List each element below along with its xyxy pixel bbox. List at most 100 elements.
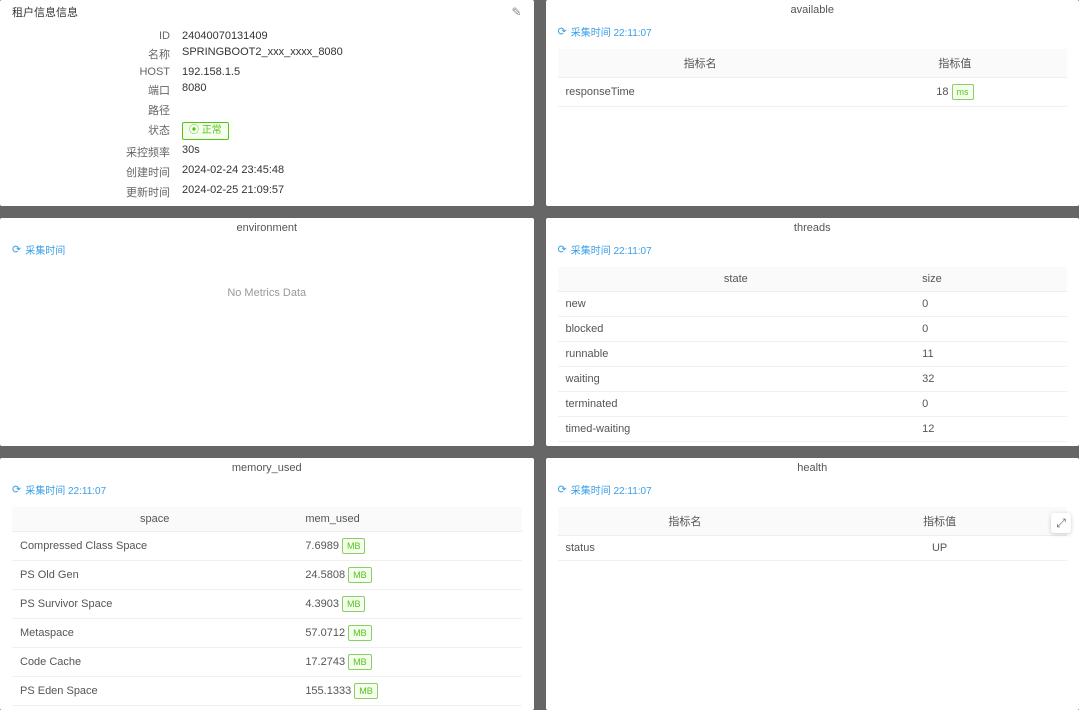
cell-state: timed-waiting (558, 417, 915, 442)
unit-tag: MB (354, 683, 378, 699)
cell-size: 32 (914, 367, 1067, 392)
refresh-line: ⟳ 采集时间 22:11:07 (546, 240, 1079, 263)
table-row: Compressed Class Space7.6989MB (12, 532, 522, 561)
refresh-time: 采集时间 (25, 242, 65, 257)
table-row: blocked0 (558, 317, 1068, 342)
table-row: Code Cache17.2743MB (12, 648, 522, 677)
table-header-row: space mem_used (12, 507, 522, 532)
kv-value (182, 102, 522, 118)
kv-value: ⦿ 正常 (182, 122, 522, 140)
threads-table: state size new0blocked0runnable11waiting… (558, 267, 1068, 442)
cell-space: Compressed Class Space (12, 532, 297, 561)
panel-line-info: 租户信息信息 ✎ ID24040070131409名称SPRINGBOOT2_x… (0, 0, 534, 206)
kv-row: 状态⦿ 正常 (0, 120, 534, 142)
refresh-icon[interactable]: ⟳ (558, 243, 567, 256)
unit-tag: MB (348, 625, 372, 641)
refresh-icon[interactable]: ⟳ (12, 483, 21, 496)
kv-label: 路径 (12, 102, 182, 118)
cell-state: blocked (558, 317, 915, 342)
cell-size: 0 (914, 292, 1067, 317)
table-row: waiting32 (558, 367, 1068, 392)
refresh-time: 采集时间 22:11:07 (571, 482, 652, 497)
kv-value: 24040070131409 (182, 30, 522, 42)
cell-value: 18ms (843, 78, 1067, 107)
kv-list: ID24040070131409名称SPRINGBOOT2_xxx_xxxx_8… (0, 24, 534, 206)
table-row: statusUP (558, 536, 1068, 561)
refresh-icon[interactable]: ⟳ (558, 25, 567, 38)
edit-icon[interactable]: ✎ (511, 5, 521, 19)
panel-available: available ⟳ 采集时间 22:11:07 指标名 指标值 respon… (546, 0, 1079, 206)
kv-label: 创建时间 (12, 164, 182, 180)
unit-tag: ms (952, 84, 974, 100)
kv-value: 192.158.1.5 (182, 66, 522, 78)
cell-name: responseTime (558, 78, 843, 107)
memory-table: space mem_used Compressed Class Space7.6… (12, 507, 522, 706)
refresh-icon[interactable]: ⟳ (12, 243, 21, 256)
kv-label: 状态 (12, 122, 182, 140)
kv-label: 名称 (12, 46, 182, 62)
kv-label: ID (12, 30, 182, 42)
table-row: terminated0 (558, 392, 1068, 417)
panel-subtitle: available (546, 0, 1079, 22)
cell-value: 24.5808MB (297, 561, 521, 590)
refresh-time: 采集时间 22:11:07 (571, 242, 652, 257)
table-row: runnable11 (558, 342, 1068, 367)
cell-value: 57.0712MB (297, 619, 521, 648)
panel-title: 租户信息信息 (12, 4, 78, 20)
available-table: 指标名 指标值 responseTime18ms (558, 49, 1068, 107)
cell-value: UP (812, 536, 1067, 561)
col-mem-used: mem_used (297, 507, 521, 532)
col-value: 指标值 (843, 49, 1067, 78)
panel-environment: environment ⟳ 采集时间 No Metrics Data (0, 218, 534, 446)
kv-row: 名称SPRINGBOOT2_xxx_xxxx_8080 (0, 44, 534, 64)
table-header-row: state size (558, 267, 1068, 292)
kv-row: ID24040070131409 (0, 28, 534, 44)
cell-size: 12 (914, 417, 1067, 442)
cell-size: 11 (914, 342, 1067, 367)
col-size: size (914, 267, 1067, 292)
kv-row: HOST192.158.1.5 (0, 64, 534, 80)
refresh-line: ⟳ 采集时间 (0, 240, 534, 263)
kv-row: 采控频率30s (0, 142, 534, 162)
col-space: space (12, 507, 297, 532)
panel-threads: threads ⟳ 采集时间 22:11:07 state size new0b… (546, 218, 1079, 446)
panel-subtitle: memory_used (0, 458, 534, 480)
cell-space: PS Survivor Space (12, 590, 297, 619)
refresh-line: ⟳ 采集时间 22:11:07 (546, 22, 1079, 45)
refresh-line: ⟳ 采集时间 22:11:07 (546, 480, 1079, 503)
panel-header: 租户信息信息 ✎ (0, 0, 534, 24)
panel-health: health ⟳ 采集时间 22:11:07 指标名 指标值 statusUP (546, 458, 1079, 710)
cell-size: 0 (914, 392, 1067, 417)
unit-tag: MB (348, 654, 372, 670)
unit-tag: MB (342, 596, 366, 612)
kv-row: 路径 (0, 100, 534, 120)
kv-row: 端口8080 (0, 80, 534, 100)
refresh-time: 采集时间 22:11:07 (25, 482, 106, 497)
dashboard-grid: 租户信息信息 ✎ ID24040070131409名称SPRINGBOOT2_x… (0, 0, 1079, 710)
table-row: new0 (558, 292, 1068, 317)
cell-space: Code Cache (12, 648, 297, 677)
kv-value: SPRINGBOOT2_xxx_xxxx_8080 (182, 46, 522, 62)
panel-subtitle: environment (0, 218, 534, 240)
kv-value: 2024-02-24 23:45:48 (182, 164, 522, 180)
panel-subtitle: threads (546, 218, 1079, 240)
table-row: PS Old Gen24.5808MB (12, 561, 522, 590)
col-name: 指标名 (558, 49, 843, 78)
unit-tag: MB (342, 538, 366, 554)
float-action-icon[interactable]: ⤢ (1051, 513, 1071, 533)
kv-label: 更新时间 (12, 184, 182, 200)
cell-state: new (558, 292, 915, 317)
col-name: 指标名 (558, 507, 813, 536)
table-row: Metaspace57.0712MB (12, 619, 522, 648)
refresh-line: ⟳ 采集时间 22:11:07 (0, 480, 534, 503)
col-value: 指标值 (812, 507, 1067, 536)
status-tag: ⦿ 正常 (182, 122, 229, 140)
refresh-icon[interactable]: ⟳ (558, 483, 567, 496)
kv-value: 30s (182, 144, 522, 160)
health-table: 指标名 指标值 statusUP (558, 507, 1068, 561)
no-data-message: No Metrics Data (0, 263, 534, 323)
kv-row: 创建时间2024-02-24 23:45:48 (0, 162, 534, 182)
cell-space: PS Old Gen (12, 561, 297, 590)
cell-space: PS Eden Space (12, 677, 297, 706)
kv-row: 更新时间2024-02-25 21:09:57 (0, 182, 534, 202)
